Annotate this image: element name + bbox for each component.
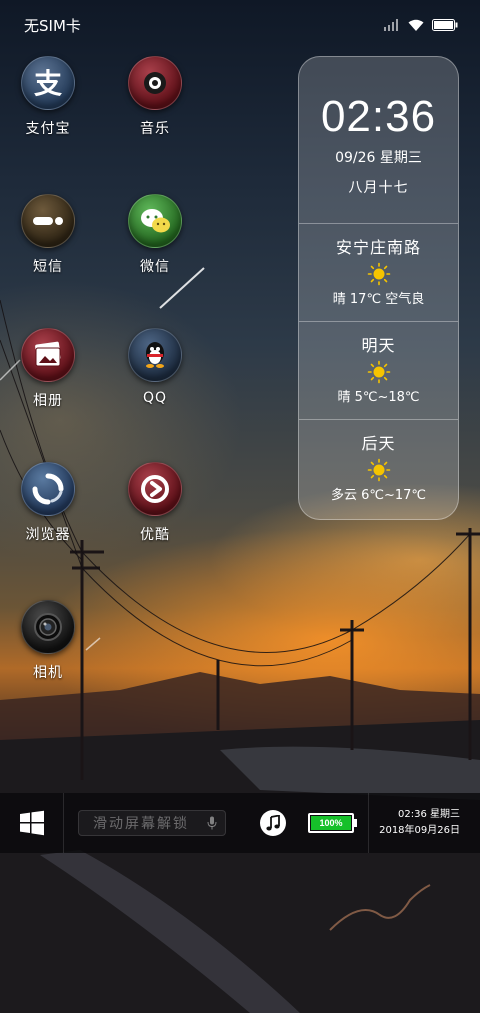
weather-location: 安宁庄南路 [335,238,421,257]
youku-icon [128,462,182,516]
browser-icon [21,462,75,516]
svg-text:支: 支 [34,67,62,100]
app-label: 音乐 [140,121,170,137]
swipe-unlock-field[interactable]: 滑动屏幕解锁 [78,810,226,836]
app-label: 相机 [33,665,63,681]
app-label: 相册 [33,393,63,409]
app-gallery[interactable]: 相册 [0,328,98,410]
weather-tomorrow: 明天 晴 5℃~18℃ [299,321,458,419]
app-camera[interactable]: 相机 [0,600,98,682]
app-label: QQ [142,390,168,406]
battery-icon [432,19,458,31]
weather-today: 安宁庄南路 晴 17℃ 空气良 [299,223,458,321]
status-bar: 无SIM卡 [0,0,480,50]
wifi-icon [408,19,424,31]
sun-icon [367,262,390,286]
music-button[interactable] [260,810,286,836]
app-qq[interactable]: QQ [105,328,205,406]
start-button[interactable] [0,793,64,853]
gallery-icon [21,328,75,382]
battery-level: 100% [311,816,351,830]
app-wechat[interactable]: 微信 [105,194,205,276]
weather-day-after: 后天 多云 6℃~17℃ [299,419,458,517]
signal-icon [384,19,398,31]
microphone-icon [207,816,217,830]
app-label: 浏览器 [25,527,71,543]
weather-description: 晴 17℃ 空气良 [332,292,425,307]
clock-lunar-date: 八月十七 [348,180,409,196]
weather-description: 晴 5℃~18℃ [337,390,420,405]
app-browser[interactable]: 浏览器 [0,462,98,544]
clock-time: 02:36 [320,92,437,141]
app-label: 短信 [33,259,63,275]
battery-indicator: 100% [308,813,357,833]
music-note-icon [266,815,280,831]
app-label: 支付宝 [25,121,71,137]
clock-date: 09/26 星期三 [335,150,422,166]
battery-percent: 100% [319,818,343,828]
sun-icon [367,360,390,384]
status-icons [384,19,458,31]
weather-day-label: 后天 [361,434,396,453]
carrier-label: 无SIM卡 [24,16,81,35]
app-music[interactable]: 音乐 [105,56,205,138]
sms-icon [21,194,75,248]
taskbar-time: 02:36 星期三 [398,809,460,820]
music-icon [128,56,182,110]
windows-icon [19,810,44,836]
app-label: 优酷 [140,527,170,543]
app-label: 微信 [140,259,170,275]
weather-description: 多云 6℃~17℃ [330,488,427,503]
alipay-icon: 支 [21,56,75,110]
unlock-text: 滑动屏幕解锁 [93,816,189,832]
app-youku[interactable]: 优酷 [105,462,205,544]
clock-weather-widget[interactable]: 02:36 09/26 星期三 八月十七 安宁庄南路 晴 17℃ 空气良 明天 [298,56,459,520]
weather-day-label: 明天 [361,336,396,355]
app-sms[interactable]: 短信 [0,194,98,276]
taskbar-date: 2018年09月26日 [379,825,460,836]
qq-icon [128,328,182,382]
camera-icon [21,600,75,654]
sun-icon [367,458,390,482]
taskbar: 滑动屏幕解锁 100% 02:36 星期三 2018年09月26日 [0,793,480,853]
app-alipay[interactable]: 支 支付宝 [0,56,98,138]
taskbar-clock[interactable]: 02:36 星期三 2018年09月26日 [368,793,480,853]
clock-block: 02:36 09/26 星期三 八月十七 [299,57,458,223]
wechat-icon [128,194,182,248]
